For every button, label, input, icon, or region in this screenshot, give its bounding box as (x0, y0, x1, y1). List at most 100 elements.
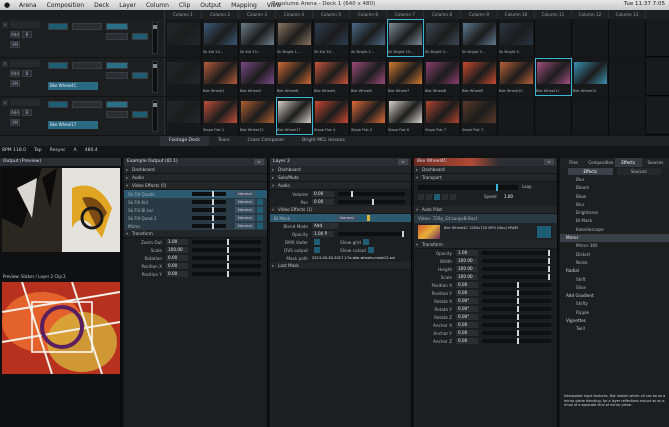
clip-slot[interactable]: Sk Bright 25... (387, 19, 424, 57)
clip-slot[interactable] (498, 97, 535, 135)
subtab-effects[interactable]: Effects (568, 168, 613, 175)
layer-menu-button[interactable]: ▾ (398, 159, 408, 165)
browser-tab-composition[interactable]: Composition (587, 158, 614, 167)
layer-preview-button[interactable] (106, 62, 128, 69)
layer-mix-button[interactable] (106, 33, 128, 40)
effect-list-item[interactable]: Shift (560, 276, 669, 284)
column-header-9[interactable]: Column 9 (461, 10, 498, 19)
layer-preview-button[interactable] (106, 101, 128, 108)
menu-deck[interactable]: Deck (89, 2, 114, 9)
column-header-10[interactable]: Column 10 (498, 10, 535, 19)
timeline-mode[interactable]: Loop (522, 184, 532, 189)
composition-effect-slider[interactable] (192, 199, 226, 205)
clip-param-value[interactable]: 0.00 (456, 330, 478, 336)
clip-param-value[interactable]: 100.00 (456, 274, 478, 280)
clip-param-slider[interactable] (482, 298, 551, 304)
layer-preview-button[interactable] (106, 23, 128, 30)
effect-list-item[interactable]: Vignettes (560, 317, 669, 325)
effect-list-item[interactable]: Add Gradient (560, 292, 669, 300)
clip-slot[interactable]: Slope Flat 1 (202, 97, 239, 135)
composition-effect-mode[interactable]: Normal (235, 207, 255, 213)
clip-param-value[interactable]: 0.00 (456, 322, 478, 328)
layer-section-effects[interactable]: Video Effects (1) (270, 206, 411, 214)
browser-tab-sources[interactable]: Sources (642, 158, 669, 167)
clip-slot[interactable]: Bke Wheel5 (350, 58, 387, 96)
layer-b-button[interactable] (72, 23, 102, 30)
clip-slot[interactable]: Bke Wheel17 (276, 97, 313, 135)
column-header-6[interactable]: Column 6 (350, 10, 387, 19)
effect-list-item[interactable]: Blur (560, 176, 669, 184)
clip-slot[interactable]: Bke Wheel6 (276, 58, 313, 96)
composition-effect-mode[interactable]: Normal (235, 215, 255, 221)
volume-value[interactable]: 0.00 (312, 191, 334, 197)
effect-list-item[interactable]: Twirl (560, 325, 669, 333)
layer-a-button[interactable] (48, 23, 68, 30)
param-value[interactable]: 0.00 (166, 271, 188, 277)
clip-slot[interactable]: Slope Flat 5 (350, 97, 387, 135)
effect-list-item[interactable]: Kaleidoscope (560, 226, 669, 234)
clip-slot[interactable] (609, 58, 646, 96)
apple-menu-icon[interactable]: ● (0, 1, 14, 9)
composition-effect-toggle[interactable] (256, 215, 263, 221)
clip-slot[interactable]: Bke Wheel2 (239, 58, 276, 96)
pan-slider[interactable] (338, 199, 405, 205)
param-value[interactable]: 0.00 (166, 255, 188, 261)
layer-name[interactable] (10, 99, 40, 106)
param-value[interactable]: 0.00 (166, 263, 188, 269)
layer-name[interactable] (10, 60, 40, 67)
layer-bypass-button[interactable]: B (22, 70, 32, 77)
clip-section-transport[interactable]: Transport (414, 174, 557, 182)
menu-composition[interactable]: Composition (42, 2, 89, 9)
composition-effect-mode[interactable]: Normal (235, 223, 255, 229)
effect-list-item[interactable]: Noise (560, 259, 669, 267)
layer-section-dashboard[interactable]: Dashboard (270, 166, 411, 174)
section-video-effects[interactable]: Video Effects (5) (124, 182, 267, 190)
effect-list-item[interactable]: Shifty (560, 300, 669, 308)
effect-list-item[interactable]: Blow (560, 193, 669, 201)
composition-effect-slider[interactable] (192, 191, 226, 197)
layer-param-checkbox[interactable] (314, 247, 320, 253)
clip-slot[interactable] (572, 97, 609, 135)
param-value[interactable]: 100.00 (166, 247, 188, 253)
param-slider[interactable] (192, 271, 261, 277)
composition-effect-slider[interactable] (192, 215, 226, 221)
layer-b-button[interactable] (72, 101, 102, 108)
layer-section-solo[interactable]: Solo/Mute (270, 174, 411, 182)
effect-list-item[interactable]: Slice (560, 284, 669, 292)
clip-slot[interactable]: Sk Bright 1... (276, 19, 313, 57)
column-header-4[interactable]: Column 4 (276, 10, 313, 19)
clip-section-dashboard[interactable]: Dashboard (414, 166, 557, 174)
layer-bypass-button[interactable]: B (22, 109, 32, 116)
param-value[interactable]: 1.00 (166, 239, 188, 245)
column-header-2[interactable]: Column 2 (202, 10, 239, 19)
menu-mapping[interactable]: Mapping (226, 2, 262, 9)
clip-slot[interactable]: Bke Wheel10 (498, 58, 535, 96)
menu-column[interactable]: Column (141, 2, 174, 9)
column-header-13[interactable]: Column 13 (609, 10, 646, 19)
effect-list-item[interactable]: Mirror 360 (560, 242, 669, 250)
clip-slot[interactable]: Sk Kid 20... (202, 19, 239, 57)
loop-button[interactable] (442, 194, 448, 200)
clip-slot[interactable] (609, 97, 646, 135)
clip-slot[interactable]: Bke Wheel9 (461, 58, 498, 96)
composition-effect-toggle[interactable] (256, 207, 263, 213)
column-header-7[interactable]: Column 7 (387, 10, 424, 19)
deck-tab-footage[interactable]: Footage Deck (160, 136, 209, 146)
bounce-button[interactable] (450, 194, 456, 200)
clip-slot[interactable]: Sk Bright 5.. (498, 19, 535, 57)
layer-clear-icon[interactable]: × (2, 100, 8, 106)
menu-output[interactable]: Output (195, 2, 226, 9)
clip-param-value[interactable]: 0.00 (456, 290, 478, 296)
clip-slot[interactable] (165, 19, 202, 57)
crossfader-a[interactable]: A (74, 148, 77, 153)
layer-clip-tag[interactable]: Bke Wheel17 (48, 121, 98, 129)
clip-slot[interactable]: Sk Kid 25... (239, 19, 276, 57)
layer-video-button[interactable] (132, 111, 148, 118)
clip-slot[interactable] (572, 19, 609, 57)
bpm-value[interactable]: BPM 118.0 (2, 148, 26, 153)
play-back-button[interactable] (418, 194, 424, 200)
clip-slot[interactable]: Slope Flat 7 (424, 97, 461, 135)
clip-param-value[interactable]: 0.00 (456, 282, 478, 288)
layer-name[interactable] (10, 21, 40, 28)
effect-list-item[interactable]: Ripple (560, 309, 669, 317)
